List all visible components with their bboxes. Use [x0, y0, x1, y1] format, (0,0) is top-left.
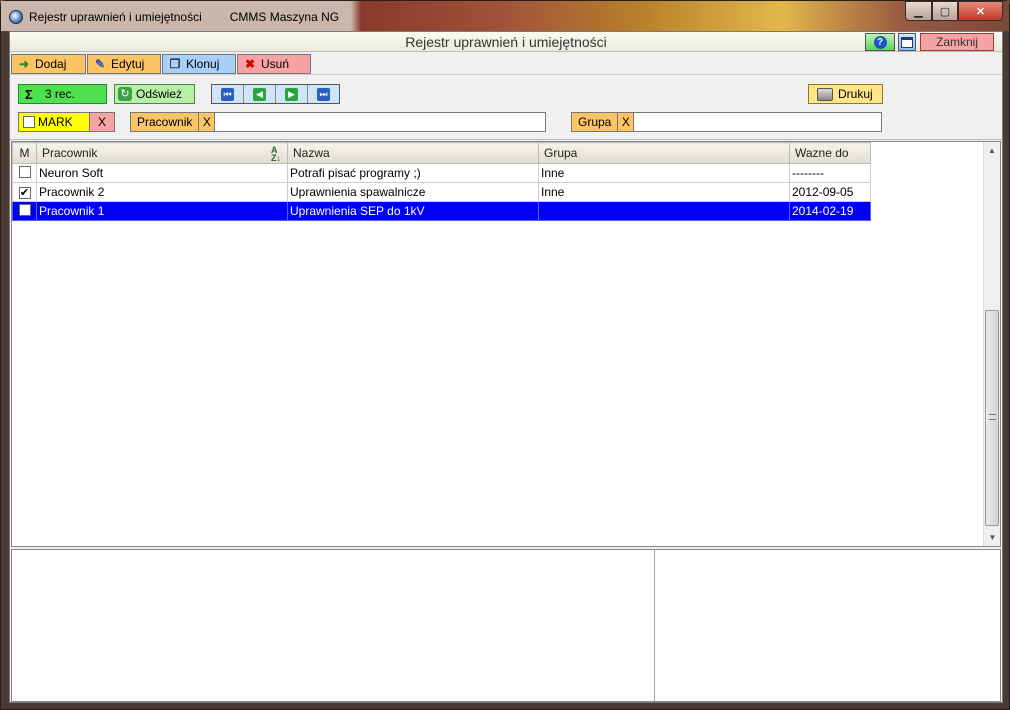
- copy-icon: ❐: [169, 57, 181, 71]
- nav-next-button[interactable]: ▶: [276, 85, 308, 103]
- window-icon: [901, 36, 913, 48]
- cell-pracownik: Neuron Soft: [36, 163, 288, 183]
- close-form-button[interactable]: Zamknij: [920, 33, 994, 51]
- records-count: Σ 3 rec.: [18, 84, 107, 104]
- table-row[interactable]: ✔ Pracownik 2 Uprawnienia spawalnicze In…: [12, 182, 871, 202]
- sort-az-icon: A Z↓: [271, 145, 281, 163]
- nav-last-button[interactable]: ⏭: [308, 85, 339, 103]
- cell-pracownik: Pracownik 2: [36, 182, 288, 202]
- cell-grupa: Inne: [538, 163, 790, 183]
- delete-button[interactable]: ✖ Usuń: [237, 54, 311, 74]
- group-filter-label[interactable]: Grupa: [572, 113, 618, 131]
- first-record-icon: ⏮: [221, 87, 234, 101]
- print-label: Drukuj: [838, 87, 873, 101]
- application-window: Rejestr uprawnień i umiejętności CMMS Ma…: [0, 0, 1010, 710]
- window-mode-button[interactable]: [898, 33, 916, 51]
- delete-icon: ✖: [244, 57, 256, 71]
- scroll-thumb[interactable]: [985, 310, 999, 526]
- app-icon: [9, 10, 23, 24]
- refresh-label: Odśwież: [136, 87, 183, 101]
- cell-grupa: Inne: [538, 182, 790, 202]
- refresh-button[interactable]: ↻ Odśwież: [114, 84, 195, 104]
- cell-wazne-do: 2012-09-05: [789, 182, 871, 202]
- table-row[interactable]: Neuron Soft Potrafi pisać programy ;) In…: [12, 163, 871, 183]
- cell-nazwa: Uprawnienia SEP do 1kV: [287, 201, 539, 221]
- help-button[interactable]: ?: [865, 33, 895, 51]
- mark-filter: MARK X: [18, 112, 115, 132]
- close-icon: ✕: [975, 5, 986, 18]
- nav-prev-button[interactable]: ◀: [244, 85, 276, 103]
- column-header-grupa[interactable]: Grupa: [538, 142, 790, 164]
- detail-panel: [11, 549, 1001, 702]
- group-filter-input[interactable]: [633, 113, 881, 131]
- title-bar[interactable]: Rejestr uprawnień i umiejętności CMMS Ma…: [1, 1, 1009, 31]
- printer-icon: [817, 87, 833, 101]
- cell-nazwa: Uprawnienia spawalnicze: [287, 182, 539, 202]
- column-header-pracownik[interactable]: Pracownik A Z↓: [36, 142, 288, 164]
- last-record-icon: ⏭: [317, 87, 330, 101]
- toolbar: ➜ Dodaj ✎ Edytuj ❐ Klonuj ✖ Usuń: [10, 53, 1002, 75]
- scroll-down-icon[interactable]: ▼: [984, 529, 1001, 546]
- window-close-button[interactable]: ✕: [958, 1, 1003, 21]
- vertical-scrollbar[interactable]: ▲ ▼: [983, 142, 1000, 546]
- nav-first-button[interactable]: ⏮: [212, 85, 244, 103]
- add-arrow-icon: ➜: [18, 57, 30, 71]
- help-icon: ?: [873, 35, 887, 49]
- data-grid: M Pracownik A Z↓ Nazwa Grupa Wazne do Neur…: [11, 141, 1001, 547]
- add-button[interactable]: ➜ Dodaj: [11, 54, 86, 74]
- group-clear-button[interactable]: X: [617, 113, 634, 131]
- row-mark-checkbox[interactable]: [18, 203, 31, 216]
- mark-clear-button[interactable]: X: [89, 113, 114, 131]
- cell-wazne-do: 2014-02-19: [789, 201, 871, 221]
- panel-splitter[interactable]: [654, 550, 655, 701]
- scroll-up-icon[interactable]: ▲: [984, 142, 1000, 159]
- employee-clear-button[interactable]: X: [198, 113, 215, 131]
- divider: [10, 139, 1002, 140]
- client-area: Rejestr uprawnień i umiejętności ? Zamkn…: [9, 31, 1003, 703]
- employee-filter: Pracownik X: [130, 112, 546, 132]
- group-filter: Grupa X: [571, 112, 882, 132]
- mark-label: MARK: [38, 115, 73, 129]
- mark-toggle[interactable]: MARK: [19, 113, 89, 131]
- window-title: Rejestr uprawnień i umiejętności: [29, 10, 202, 24]
- row-mark-checkbox[interactable]: [18, 165, 31, 178]
- app-name: CMMS Maszyna NG: [229, 10, 340, 24]
- employee-filter-label[interactable]: Pracownik: [131, 113, 199, 131]
- column-header-nazwa[interactable]: Nazwa: [287, 142, 539, 164]
- clone-label: Klonuj: [186, 57, 220, 71]
- maximize-icon: ▢: [939, 5, 951, 18]
- cell-pracownik: Pracownik 1: [36, 201, 288, 221]
- next-record-icon: ▶: [285, 87, 298, 101]
- form-header: Rejestr uprawnień i umiejętności ? Zamkn…: [10, 32, 1002, 52]
- employee-filter-input[interactable]: [214, 113, 545, 131]
- edit-label: Edytuj: [111, 57, 145, 71]
- column-header-wazne-do[interactable]: Wazne do: [789, 142, 871, 164]
- cell-nazwa: Potrafi pisać programy ;): [287, 163, 539, 183]
- refresh-icon: ↻: [118, 87, 132, 101]
- minimize-button[interactable]: ▁: [905, 1, 932, 21]
- grip-icon: [989, 414, 996, 420]
- maximize-button[interactable]: ▢: [932, 1, 958, 21]
- clone-button[interactable]: ❐ Klonuj: [162, 54, 236, 74]
- record-navigator: ⏮ ◀ ▶ ⏭: [211, 84, 340, 104]
- prev-record-icon: ◀: [253, 87, 266, 101]
- edit-button[interactable]: ✎ Edytuj: [87, 54, 161, 74]
- row-mark-checkbox[interactable]: ✔: [18, 187, 31, 200]
- minimize-icon: ▁: [914, 5, 923, 18]
- add-label: Dodaj: [35, 57, 67, 71]
- column-header-m[interactable]: M: [12, 142, 37, 164]
- cell-wazne-do: --------: [789, 163, 871, 183]
- grid-table: M Pracownik A Z↓ Nazwa Grupa Wazne do Neur…: [12, 142, 871, 221]
- form-title: Rejestr uprawnień i umiejętności: [405, 34, 607, 50]
- table-row-selected[interactable]: Pracownik 1 Uprawnienia SEP do 1kV 2014-…: [12, 201, 871, 221]
- print-button[interactable]: Drukuj: [808, 84, 883, 104]
- delete-label: Usuń: [261, 57, 290, 71]
- records-label: 3 rec.: [44, 87, 75, 101]
- cell-grupa: [538, 201, 790, 221]
- pencil-icon: ✎: [94, 57, 106, 71]
- mark-checkbox[interactable]: [23, 116, 35, 128]
- sigma-icon: Σ: [25, 86, 33, 102]
